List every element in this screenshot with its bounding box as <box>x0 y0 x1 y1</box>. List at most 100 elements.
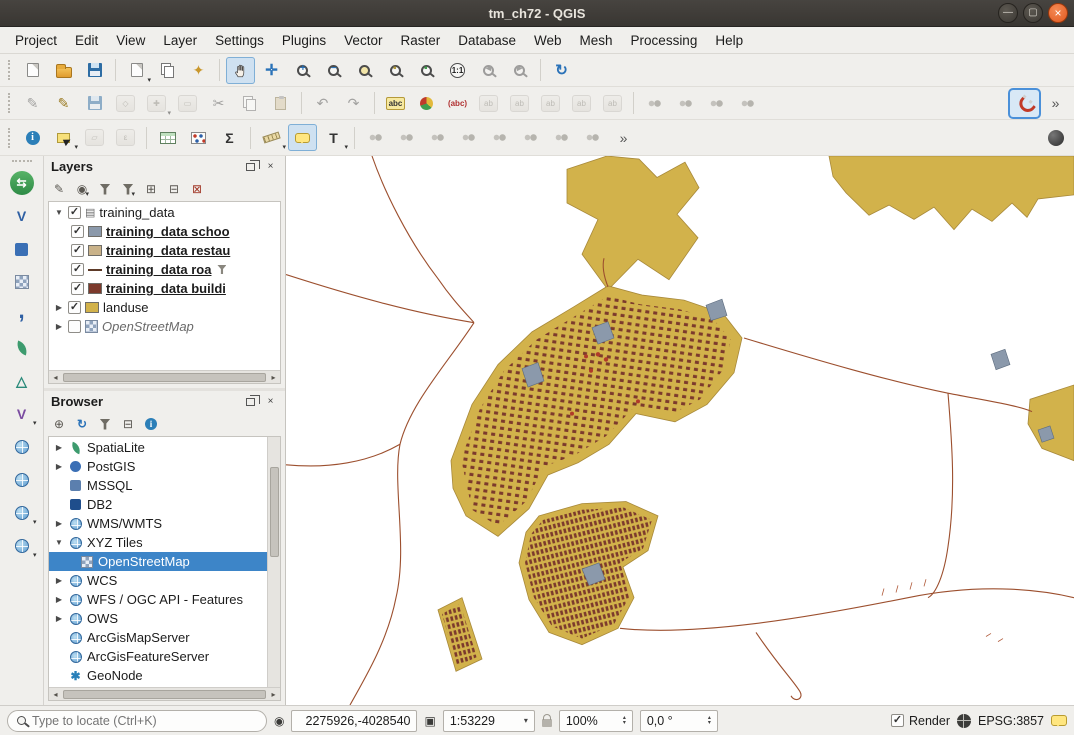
browser-item-db2[interactable]: DB2 <box>49 495 267 514</box>
scroll-right-icon[interactable]: ▸ <box>267 371 280 384</box>
layer-training-data-roads[interactable]: ✓ training_data roa <box>49 260 280 279</box>
tree-expand-icon[interactable]: ▶ <box>54 322 64 331</box>
spinner-icons[interactable]: ▴▾ <box>708 716 711 726</box>
geoprocessing-tool-icon[interactable] <box>423 124 452 151</box>
remove-layer-icon[interactable]: ⊠ <box>190 180 204 198</box>
labeling-tool-icon[interactable] <box>733 90 762 117</box>
menu-view[interactable]: View <box>107 29 154 52</box>
crs-icon[interactable] <box>957 714 971 728</box>
layer-checkbox[interactable]: ✓ <box>71 282 84 295</box>
open-project-icon[interactable] <box>49 57 78 84</box>
titlebar[interactable]: tm_ch72 - QGIS — ▢ × <box>0 0 1074 27</box>
geoprocessing-tool-icon[interactable] <box>485 124 514 151</box>
filter-by-expression-icon[interactable]: ▾ <box>121 180 135 198</box>
layer-training-data-restaurants[interactable]: ✓ training_data restau <box>49 241 280 260</box>
browser-item-postgis[interactable]: ▶ PostGIS <box>49 457 267 476</box>
scale-combo[interactable]: 1:53229 ▾ <box>443 710 535 732</box>
browser-item-arcgis-map-server[interactable]: ArcGisMapServer <box>49 628 267 647</box>
pan-to-selection-icon[interactable]: ✛ <box>257 57 286 84</box>
add-postgis-layers-icon[interactable]: △ <box>7 368 37 394</box>
zoom-full-extent-icon[interactable] <box>350 57 379 84</box>
rotate-label-icon[interactable]: ab <box>567 90 596 117</box>
add-vector-layer-icon[interactable]: V <box>7 203 37 229</box>
menu-web[interactable]: Web <box>525 29 571 52</box>
magnifier-spinbox[interactable]: 100% ▴▾ <box>559 710 633 732</box>
new-print-layout-icon[interactable]: ▾ <box>122 57 151 84</box>
filter-legend-icon[interactable] <box>98 180 112 198</box>
menu-mesh[interactable]: Mesh <box>571 29 622 52</box>
browser-item-mssql[interactable]: MSSQL <box>49 476 267 495</box>
extents-icon[interactable]: ▣ <box>424 714 435 728</box>
text-annotation-icon[interactable]: T▾ <box>319 124 348 151</box>
scroll-left-icon[interactable]: ◂ <box>49 371 62 384</box>
collapse-all-icon[interactable]: ⊟ <box>121 415 135 433</box>
layer-checkbox[interactable]: ✓ <box>71 244 84 257</box>
delete-selected-icon[interactable]: ▭ <box>173 90 202 117</box>
browser-item-spatialite[interactable]: ▶ SpatiaLite <box>49 438 267 457</box>
layer-diagram-icon[interactable] <box>412 90 441 117</box>
add-virtual-layer-icon[interactable]: V▾ <box>7 401 37 427</box>
add-feature-icon[interactable]: ◇ <box>111 90 140 117</box>
browser-item-wcs[interactable]: ▶ WCS <box>49 571 267 590</box>
toggle-editing-icon[interactable]: ✎ <box>49 90 78 117</box>
mouse-position-icon[interactable]: ◉ <box>274 714 284 728</box>
add-spatialite-layer-icon[interactable] <box>7 335 37 361</box>
menu-database[interactable]: Database <box>449 29 525 52</box>
zoom-to-selection-icon[interactable]: ▪ <box>381 57 410 84</box>
float-panel-button[interactable] <box>243 160 258 174</box>
layer-group-training-data[interactable]: ▼ ✓ ▤ training_data <box>49 203 280 222</box>
field-calculator-icon[interactable] <box>184 124 213 151</box>
chevron-right-icon[interactable]: ▶ <box>54 576 64 585</box>
show-hide-labels-icon[interactable]: ab <box>505 90 534 117</box>
browser-vertical-scrollbar[interactable] <box>267 437 280 687</box>
scroll-left-icon[interactable]: ◂ <box>49 688 62 701</box>
statistical-summary-icon[interactable]: Σ <box>215 124 244 151</box>
layer-training-data-schools[interactable]: ✓ training_data schoo <box>49 222 280 241</box>
labeling-tool-icon[interactable] <box>671 90 700 117</box>
cut-features-icon[interactable]: ✂ <box>204 90 233 117</box>
maximize-button[interactable]: ▢ <box>1023 3 1043 23</box>
filter-browser-icon[interactable] <box>98 415 112 433</box>
layer-checkbox[interactable]: ✓ <box>71 225 84 238</box>
menu-project[interactable]: Project <box>6 29 66 52</box>
browser-item-wfs[interactable]: ▶ WFS / OGC API - Features <box>49 590 267 609</box>
expand-all-icon[interactable]: ⊞ <box>144 180 158 198</box>
collapse-all-icon[interactable]: ⊟ <box>167 180 181 198</box>
browser-item-xyz-tiles[interactable]: ▼ XYZ Tiles <box>49 533 267 552</box>
render-checkbox[interactable]: ✓ <box>891 714 904 727</box>
tree-expand-icon[interactable]: ▶ <box>54 303 64 312</box>
add-arcgis-rest-server-icon[interactable]: ▾ <box>7 533 37 559</box>
layer-landuse[interactable]: ▶ ✓ landuse <box>49 298 280 317</box>
layer-filter-icon[interactable] <box>217 265 226 274</box>
layer-checkbox[interactable]: ✓ <box>68 301 81 314</box>
labeling-tool-icon[interactable] <box>702 90 731 117</box>
layer-checkbox[interactable]: ✓ <box>71 263 84 276</box>
chevron-right-icon[interactable]: ▶ <box>54 519 64 528</box>
menu-processing[interactable]: Processing <box>622 29 707 52</box>
menu-vector[interactable]: Vector <box>335 29 391 52</box>
move-label-icon[interactable]: ab <box>536 90 565 117</box>
browser-horizontal-scrollbar[interactable]: ◂ ▸ <box>49 687 280 700</box>
browser-item-openstreetmap[interactable]: OpenStreetMap <box>49 552 267 571</box>
chevron-right-icon[interactable]: ▶ <box>54 614 64 623</box>
copy-features-icon[interactable] <box>235 90 264 117</box>
style-manager-icon[interactable]: ✦ <box>184 57 213 84</box>
map-tips-icon[interactable] <box>288 124 317 151</box>
layer-openstreetmap[interactable]: ▶ OpenStreetMap <box>49 317 280 336</box>
data-source-manager-icon[interactable]: ⇆ <box>7 170 37 196</box>
geoprocessing-tool-icon[interactable] <box>547 124 576 151</box>
render-toggle[interactable]: ✓ Render <box>891 714 950 728</box>
chevron-right-icon[interactable]: ▶ <box>54 443 64 452</box>
toolbar-overflow-icon[interactable]: » <box>1041 90 1070 117</box>
new-project-icon[interactable] <box>18 57 47 84</box>
refresh-browser-icon[interactable]: ↻ <box>75 415 89 433</box>
spinner-icons[interactable]: ▴▾ <box>623 716 626 726</box>
select-by-expression-icon[interactable]: ε <box>111 124 140 151</box>
lock-scale-icon[interactable] <box>542 719 552 727</box>
scrollbar-thumb[interactable] <box>63 690 266 699</box>
add-wcs-layer-icon[interactable] <box>7 467 37 493</box>
toolbar-handle[interactable] <box>8 128 12 148</box>
browser-item-arcgis-feature-server[interactable]: ArcGisFeatureServer <box>49 647 267 666</box>
zoom-last-icon[interactable]: ◂ <box>474 57 503 84</box>
browser-item-wms-wmts[interactable]: ▶ WMS/WMTS <box>49 514 267 533</box>
